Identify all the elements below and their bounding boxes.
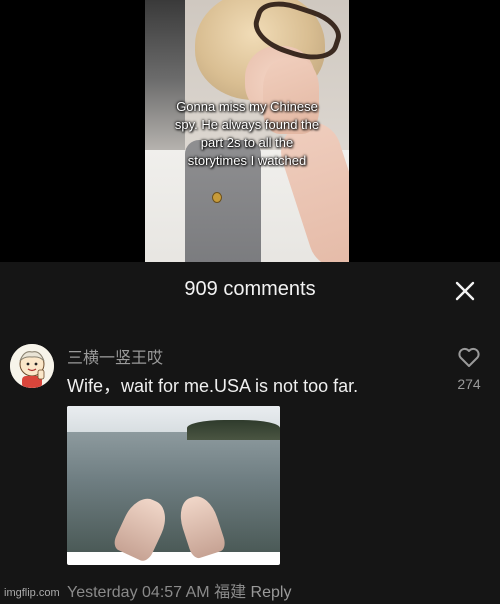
like-count: 274 [457,376,481,392]
comment-username[interactable]: 三横一竖王哎 [67,344,163,368]
comment-text: Wife，wait for me.USA is not too far. [67,376,359,396]
comment-timestamp: Yesterday 04:57 AM [67,584,210,601]
image-water [67,432,280,552]
comments-count-title: 909 comments [184,278,316,300]
comment-attached-image[interactable] [67,406,280,565]
watermark: imgflip.com [4,587,60,599]
video-frame[interactable]: Gonna miss my Chinese spy. He always fou… [145,0,349,262]
video-caption-line: storytimes I watched [187,153,307,168]
heart-outline-icon[interactable] [456,344,482,370]
reply-button[interactable]: Reply [251,584,292,601]
comment-item: 三横一竖王哎 Wife，wait for me.USA is not too f… [0,332,500,604]
comments-panel: 909 comments 三横一竖王哎 Wife，wait for me.USA… [0,262,500,604]
avatar[interactable] [10,344,54,388]
video-caption-line: Gonna miss my Chinese [176,99,318,114]
video-caption-line: part 2s to all the [200,135,294,150]
video-person-necklace [212,192,222,203]
comments-header: 909 comments [0,262,500,318]
comment-meta: Yesterday 04:57 AM 福建 Reply [67,578,291,602]
video-caption-line: spy. He always found the [174,117,320,132]
comment-location: 福建 [214,584,247,601]
image-treeline [187,420,280,440]
like-control[interactable]: 274 [452,344,486,400]
close-icon[interactable] [452,278,478,304]
avatar-cartoon-icon [10,344,54,388]
video-caption: Gonna miss my Chinese spy. He always fou… [145,98,349,170]
video-area[interactable]: Gonna miss my Chinese spy. He always fou… [0,0,500,262]
